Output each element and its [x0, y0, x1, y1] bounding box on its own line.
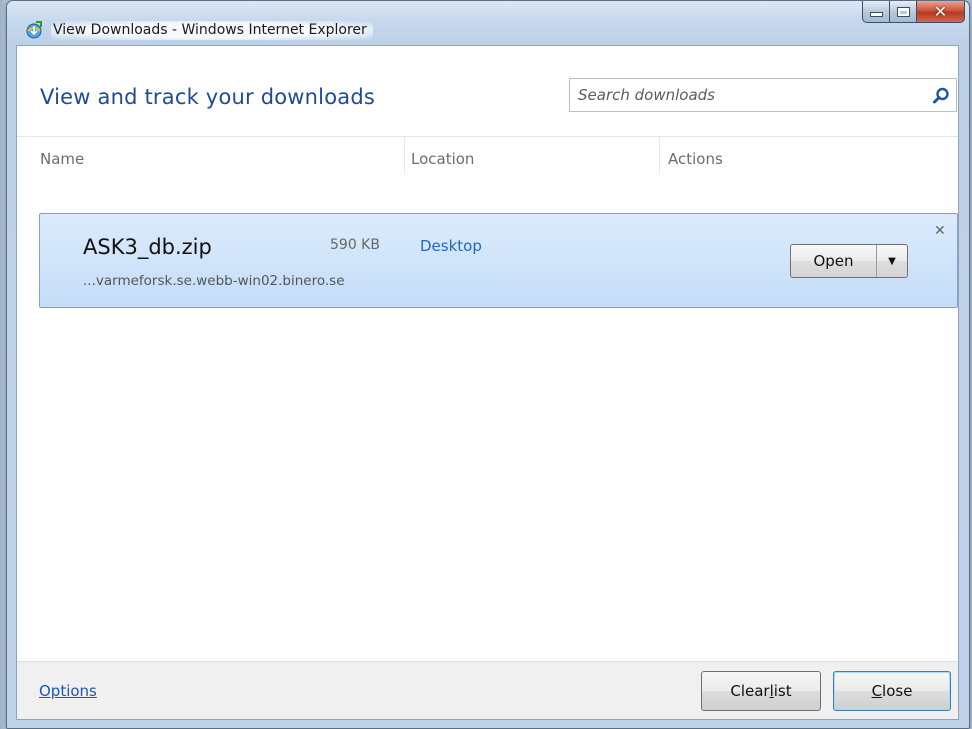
minimize-button[interactable]	[862, 1, 890, 23]
search-input[interactable]	[570, 79, 928, 111]
file-name: ASK3_db.zip	[83, 235, 212, 259]
clear-list-label-post: ist	[773, 682, 792, 700]
open-options-dropdown[interactable]: ▼	[876, 245, 907, 277]
window-controls: ✕	[862, 1, 965, 23]
clear-list-label-pre: Clear	[730, 682, 770, 700]
column-divider	[659, 136, 660, 174]
column-header-name: Name	[40, 150, 85, 168]
maximize-icon	[896, 6, 910, 17]
maximize-button[interactable]	[890, 1, 917, 23]
downloads-window: View Downloads - Windows Internet Explor…	[6, 0, 970, 729]
location-link[interactable]: Desktop	[420, 237, 482, 255]
search-icon[interactable]	[932, 87, 950, 105]
file-size: 590 KB	[330, 237, 380, 253]
close-window-button[interactable]: ✕	[917, 1, 965, 23]
window-title: View Downloads - Windows Internet Explor…	[51, 21, 373, 40]
close-icon: ✕	[933, 2, 948, 21]
minimize-icon	[869, 12, 883, 17]
header-divider	[17, 136, 958, 137]
close-access-key: C	[871, 682, 883, 700]
download-item[interactable]: ASK3_db.zip 590 KB Desktop ...varmeforsk…	[39, 213, 958, 308]
page-title: View and track your downloads	[40, 85, 375, 109]
remove-item-icon[interactable]: ✕	[934, 223, 946, 239]
column-header-location: Location	[411, 150, 475, 168]
close-button[interactable]: Close	[833, 671, 951, 711]
open-button[interactable]: Open	[791, 245, 876, 277]
dropdown-arrow-icon: ▼	[888, 255, 896, 267]
downloads-panel: View and track your downloads Name Locat…	[16, 45, 959, 720]
search-box	[569, 78, 957, 112]
download-source: ...varmeforsk.se.webb-win02.binero.se	[83, 273, 345, 289]
options-link[interactable]: Options	[39, 682, 97, 700]
title-bar[interactable]: View Downloads - Windows Internet Explor…	[7, 1, 969, 45]
open-split-button: Open ▼	[790, 244, 908, 278]
column-divider	[404, 136, 405, 174]
clear-list-button[interactable]: Clear l ist	[701, 671, 821, 711]
close-label-post: lose	[882, 682, 913, 700]
column-header-actions: Actions	[668, 150, 723, 168]
footer-bar: Options Clear l ist Close	[17, 661, 958, 719]
ie-downloads-icon	[25, 21, 43, 39]
